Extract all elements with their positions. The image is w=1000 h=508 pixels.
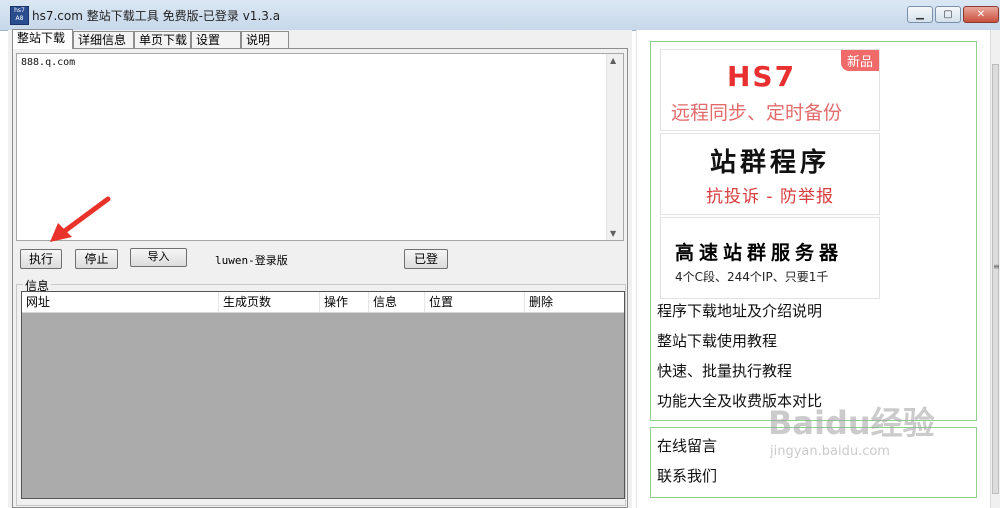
column-info[interactable]: 信息 xyxy=(369,292,425,312)
tab-settings[interactable]: 设置 xyxy=(191,31,241,48)
link-tutorial[interactable]: 整站下载使用教程 xyxy=(657,330,777,351)
ad-subtitle: 4个C段、244个IP、只要1千 xyxy=(675,270,829,284)
arrow-annotation-icon xyxy=(50,196,111,242)
main-panel: 整站下载 详细信息 单页下载 设置 说明 888.q.com ▲ ▼ 执行 停止… xyxy=(8,29,632,508)
column-action[interactable]: 操作 xyxy=(320,292,369,312)
info-group: 信息 网址 生成页数 操作 信息 位置 删除 xyxy=(16,277,626,506)
ad-banner-server[interactable]: 高速站群服务器 4个C段、244个IP、只要1千 xyxy=(660,217,880,299)
ad-subtitle: 抗投诉 - 防举报 xyxy=(706,187,834,207)
watermark: Baidu经验 jingyan.baidu.com xyxy=(768,398,935,459)
ad-title: 站群程序 xyxy=(709,148,830,178)
url-input-value: 888.q.com xyxy=(21,57,76,68)
ad-title: 高速站群服务器 xyxy=(675,242,844,264)
link-contact[interactable]: 联系我们 xyxy=(657,465,717,486)
login-label: luwen-登录版 xyxy=(215,254,288,267)
close-icon: ✕ xyxy=(976,9,986,20)
ad-subtitle: 远程同步、定时备份 xyxy=(671,102,843,124)
task-list[interactable]: 网址 生成页数 操作 信息 位置 删除 xyxy=(21,291,625,499)
page-scrollbar[interactable]: ≡ xyxy=(990,30,1000,508)
maximize-icon: ▢ xyxy=(943,9,953,20)
tab-content: 888.q.com ▲ ▼ 执行 停止 导入 luwen-登录版 已登 信息 网… xyxy=(12,48,628,508)
list-header: 网址 生成页数 操作 信息 位置 删除 xyxy=(22,292,624,313)
link-batch-tutorial[interactable]: 快速、批量执行教程 xyxy=(657,360,792,381)
new-badge: 新品 xyxy=(840,50,879,71)
logged-in-button[interactable]: 已登 xyxy=(404,249,448,269)
hs7-logo: HS7 xyxy=(727,60,797,93)
watermark-url: jingyan.baidu.com xyxy=(770,444,890,459)
url-scrollbar[interactable]: ▲ ▼ xyxy=(606,54,623,240)
import-button[interactable]: 导入 xyxy=(130,248,187,267)
link-message[interactable]: 在线留言 xyxy=(657,435,717,456)
ad-banner-site-group[interactable]: 站群程序 抗投诉 - 防举报 xyxy=(660,133,880,215)
window-title: hs7.com 整站下载工具 免费版-已登录 v1.3.a xyxy=(32,9,281,23)
title-bar: hs7 A8 hs7.com 整站下载工具 免费版-已登录 v1.3.a ▁ ▢… xyxy=(0,0,1000,31)
ad-banner-hs7[interactable]: HS7 新品 远程同步、定时备份 xyxy=(660,49,880,131)
scroll-down-icon[interactable]: ▼ xyxy=(610,229,616,238)
maximize-button[interactable]: ▢ xyxy=(935,6,961,23)
grip-icon: ≡ xyxy=(993,262,1000,271)
promo-box: HS7 新品 远程同步、定时备份 站群程序 抗投诉 - 防举报 高速站群服务器 … xyxy=(650,41,977,421)
column-url[interactable]: 网址 xyxy=(22,292,219,312)
stop-button[interactable]: 停止 xyxy=(75,249,118,269)
tab-site-download[interactable]: 整站下载 xyxy=(12,29,73,49)
app-icon: hs7 A8 xyxy=(10,6,29,25)
tab-help[interactable]: 说明 xyxy=(241,31,289,48)
minimize-button[interactable]: ▁ xyxy=(907,6,933,23)
tab-details[interactable]: 详细信息 xyxy=(73,31,134,48)
link-download-intro[interactable]: 程序下载地址及介绍说明 xyxy=(657,300,822,321)
tab-single-page[interactable]: 单页下载 xyxy=(134,31,191,48)
scroll-up-icon[interactable]: ▲ xyxy=(610,56,616,65)
column-pages[interactable]: 生成页数 xyxy=(219,292,320,312)
column-location[interactable]: 位置 xyxy=(425,292,525,312)
column-delete[interactable]: 删除 xyxy=(525,292,624,312)
minimize-icon: ▁ xyxy=(916,9,924,20)
scrollbar-thumb[interactable] xyxy=(992,64,999,494)
close-button[interactable]: ✕ xyxy=(963,6,999,23)
watermark-logo: Baidu经验 xyxy=(768,404,935,442)
execute-button[interactable]: 执行 xyxy=(20,249,62,269)
